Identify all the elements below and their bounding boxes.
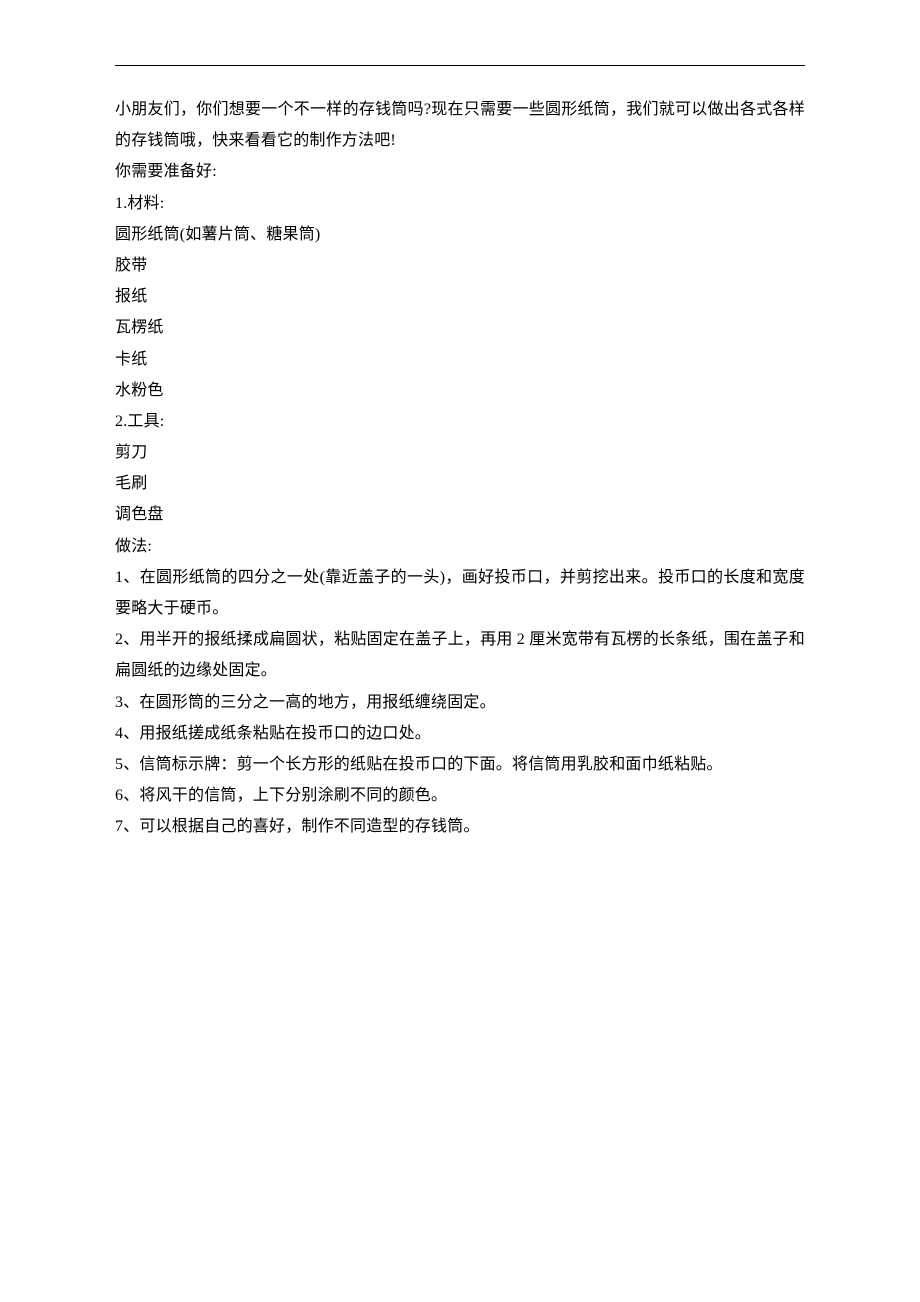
material-item: 水粉色 bbox=[115, 375, 805, 406]
tool-item: 剪刀 bbox=[115, 437, 805, 468]
material-item: 报纸 bbox=[115, 281, 805, 312]
tools-label: 2.工具: bbox=[115, 406, 805, 437]
prepare-label: 你需要准备好: bbox=[115, 156, 805, 187]
step-item: 5、信筒标示牌：剪一个长方形的纸贴在投币口的下面。将信筒用乳胶和面巾纸粘贴。 bbox=[115, 749, 805, 780]
step-item: 7、可以根据自己的喜好，制作不同造型的存钱筒。 bbox=[115, 811, 805, 842]
step-item: 6、将风干的信筒，上下分别涂刷不同的颜色。 bbox=[115, 780, 805, 811]
material-item: 胶带 bbox=[115, 250, 805, 281]
step-item: 2、用半开的报纸揉成扁圆状，粘贴固定在盖子上，再用 2 厘米宽带有瓦楞的长条纸，… bbox=[115, 624, 805, 686]
tool-item: 调色盘 bbox=[115, 499, 805, 530]
material-item: 瓦楞纸 bbox=[115, 312, 805, 343]
step-item: 3、在圆形筒的三分之一高的地方，用报纸缠绕固定。 bbox=[115, 687, 805, 718]
top-divider bbox=[115, 65, 805, 66]
method-label: 做法: bbox=[115, 531, 805, 562]
materials-label: 1.材料: bbox=[115, 188, 805, 219]
step-item: 1、在圆形纸筒的四分之一处(靠近盖子的一头)，画好投币口，并剪挖出来。投币口的长… bbox=[115, 562, 805, 624]
document-body: 小朋友们，你们想要一个不一样的存钱筒吗?现在只需要一些圆形纸筒，我们就可以做出各… bbox=[115, 94, 805, 843]
tool-item: 毛刷 bbox=[115, 468, 805, 499]
material-item: 圆形纸筒(如薯片筒、糖果筒) bbox=[115, 219, 805, 250]
intro-paragraph: 小朋友们，你们想要一个不一样的存钱筒吗?现在只需要一些圆形纸筒，我们就可以做出各… bbox=[115, 94, 805, 156]
material-item: 卡纸 bbox=[115, 344, 805, 375]
step-item: 4、用报纸搓成纸条粘贴在投币口的边口处。 bbox=[115, 718, 805, 749]
